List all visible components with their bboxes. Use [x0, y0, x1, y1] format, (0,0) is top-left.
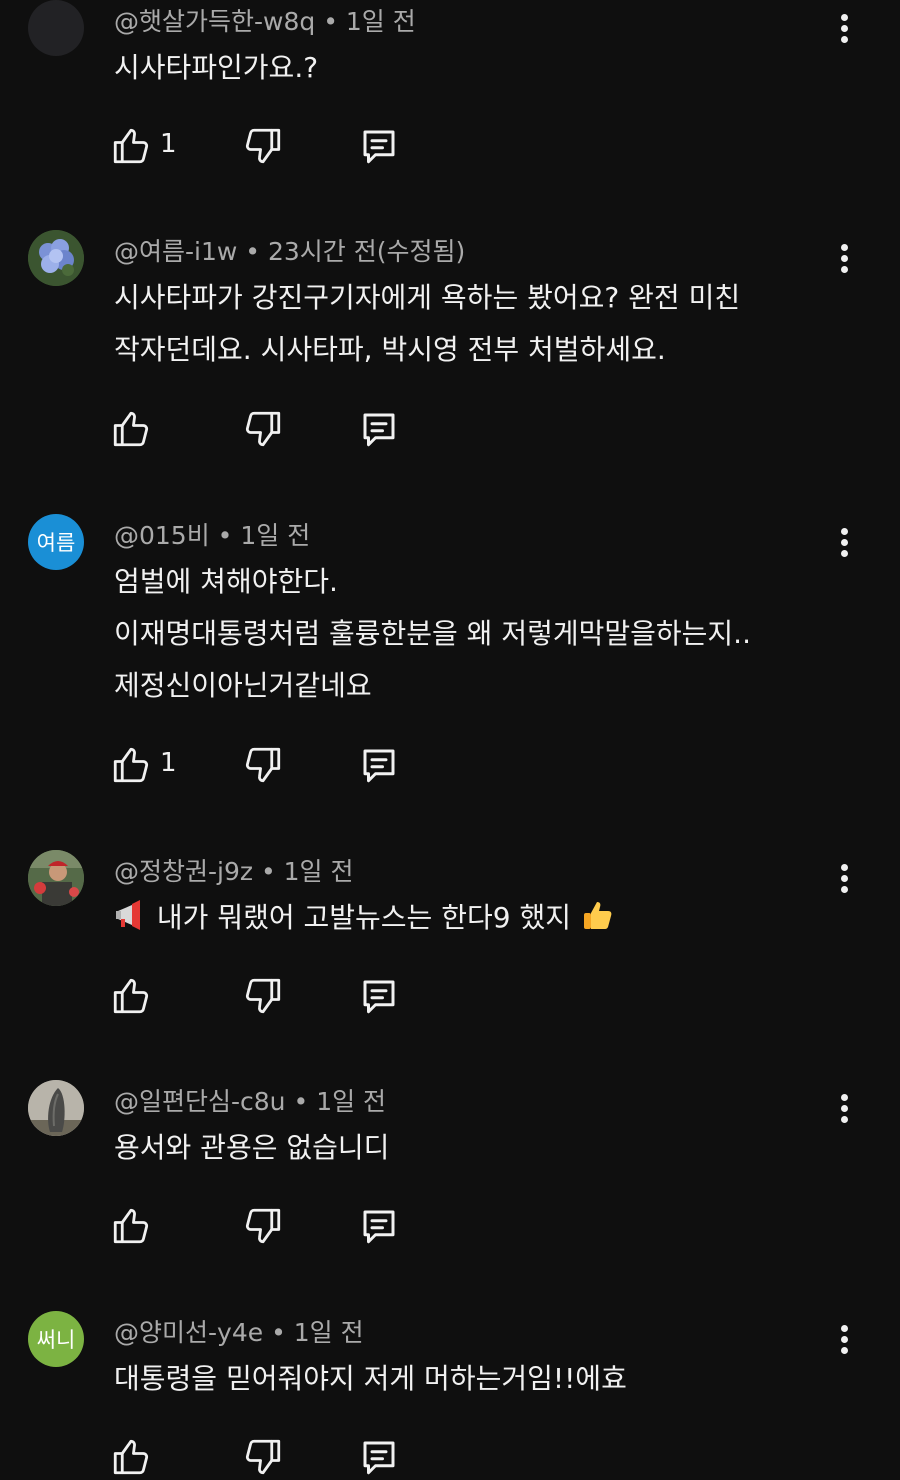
- comment-meta: @015비 • 1일 전: [114, 516, 310, 552]
- dislike-button[interactable]: [242, 975, 286, 1019]
- comment-text: 시사타파인가요.?: [114, 42, 834, 94]
- thumbs-up-emoji: [580, 897, 614, 931]
- reply-button[interactable]: [358, 744, 402, 788]
- comment-meta: @여름-i1w • 23시간 전(수정됨): [114, 232, 465, 268]
- comment-meta: @양미선-y4e • 1일 전: [114, 1313, 364, 1349]
- more-vert-icon[interactable]: [830, 858, 858, 898]
- thumbs-up-icon: [110, 408, 154, 450]
- thumbs-up-icon: [110, 1436, 154, 1478]
- thumbs-up-icon: [110, 125, 154, 167]
- like-button[interactable]: 1: [110, 125, 177, 169]
- avatar[interactable]: 여름: [28, 514, 84, 570]
- comment-reply-icon: [358, 744, 402, 786]
- comment-time: 1일 전: [316, 1087, 387, 1116]
- comment-time: 1일 전: [293, 1318, 364, 1347]
- dislike-button[interactable]: [242, 744, 286, 788]
- like-button[interactable]: [110, 1205, 154, 1249]
- avatar[interactable]: [28, 230, 84, 286]
- thumbs-down-icon: [242, 1436, 286, 1478]
- comment-time: 1일 전: [240, 521, 311, 550]
- dislike-button[interactable]: [242, 125, 286, 169]
- thumbs-down-icon: [242, 1205, 286, 1247]
- meta-separator: •: [293, 1087, 309, 1116]
- more-vert-icon[interactable]: [830, 238, 858, 278]
- reply-button[interactable]: [358, 975, 402, 1019]
- thumbs-down-icon: [242, 744, 286, 786]
- comment-reply-icon: [358, 125, 402, 167]
- like-button[interactable]: [110, 408, 154, 452]
- comment-author[interactable]: @햇살가득한-w8q: [114, 7, 315, 36]
- like-button[interactable]: 1: [110, 744, 177, 788]
- megaphone-emoji: [114, 897, 148, 931]
- comment-meta: @일편단심-c8u • 1일 전: [114, 1082, 386, 1118]
- comment-text: 대통령을 믿어줘야지 저게 머하는거임!!에효: [114, 1353, 834, 1405]
- reply-button[interactable]: [358, 1205, 402, 1249]
- comment-line: 시사타파가 강진구기자에게 욕하는 봤어요? 완전 미친: [114, 281, 741, 314]
- comment-author[interactable]: @정창권-j9z: [114, 857, 253, 886]
- reply-button[interactable]: [358, 408, 402, 452]
- comment-line: 작자던데요. 시사타파, 박시영 전부 처벌하세요.: [114, 333, 666, 366]
- comment-reply-icon: [358, 408, 402, 450]
- comment-line: 엄벌에 쳐해야한다.: [114, 565, 338, 598]
- thumbs-up-icon: [110, 1205, 154, 1247]
- more-vert-icon[interactable]: [830, 1319, 858, 1359]
- comment-author[interactable]: @015비: [114, 521, 210, 550]
- meta-separator: •: [217, 521, 233, 550]
- comment-line: 용서와 관용은 없습니디: [114, 1131, 390, 1164]
- comment-time: 1일 전: [345, 7, 416, 36]
- comment-meta: @정창권-j9z • 1일 전: [114, 852, 354, 888]
- like-count: 1: [160, 748, 177, 778]
- comment-time: 1일 전: [283, 857, 354, 886]
- comment-line: 이재명대통령처럼 훌륭한분을 왜 저렇게막말을하는지..: [114, 617, 751, 650]
- reply-button[interactable]: [358, 1436, 402, 1480]
- thumbs-up-icon: [110, 975, 154, 1017]
- comment-text: 내가 뭐랬어 고발뉴스는 한다9 했지: [114, 892, 834, 944]
- dislike-button[interactable]: [242, 1436, 286, 1480]
- comment-author[interactable]: @양미선-y4e: [114, 1318, 263, 1347]
- dislike-button[interactable]: [242, 1205, 286, 1249]
- comment-line: 제정신이아닌거같네요: [114, 669, 372, 702]
- comment-meta: @햇살가득한-w8q • 1일 전: [114, 2, 416, 38]
- like-button[interactable]: [110, 975, 154, 1019]
- avatar[interactable]: 써니: [28, 1311, 84, 1367]
- comment-line: 내가 뭐랬어 고발뉴스는 한다9 했지: [114, 892, 834, 944]
- meta-separator: •: [245, 237, 261, 266]
- thumbs-down-icon: [242, 408, 286, 450]
- avatar-initials: 써니: [36, 1328, 76, 1352]
- comment-line: 시사타파인가요.?: [114, 51, 319, 84]
- comment-reply-icon: [358, 1436, 402, 1478]
- like-count: 1: [160, 129, 177, 159]
- like-button[interactable]: [110, 1436, 154, 1480]
- comment-line: 대통령을 믿어줘야지 저게 머하는거임!!에효: [114, 1362, 627, 1395]
- comment-text: 엄벌에 쳐해야한다. 이재명대통령처럼 훌륭한분을 왜 저렇게막말을하는지.. …: [114, 556, 834, 712]
- comment-author[interactable]: @여름-i1w: [114, 237, 237, 266]
- comment-reply-icon: [358, 1205, 402, 1247]
- meta-separator: •: [271, 1318, 286, 1347]
- thumbs-up-icon: [110, 744, 154, 786]
- avatar-initials: 여름: [36, 531, 76, 555]
- comment-reply-icon: [358, 975, 402, 1017]
- comment-time: 23시간 전(수정됨): [267, 237, 466, 266]
- meta-separator: •: [260, 857, 276, 886]
- thumbs-down-icon: [242, 975, 286, 1017]
- comment-line-text: 내가 뭐랬어 고발뉴스는 한다9 했지: [156, 901, 571, 934]
- reply-button[interactable]: [358, 125, 402, 169]
- avatar[interactable]: [28, 850, 84, 906]
- avatar[interactable]: [28, 0, 84, 56]
- more-vert-icon[interactable]: [830, 522, 858, 562]
- comment-text: 용서와 관용은 없습니디: [114, 1122, 834, 1174]
- dislike-button[interactable]: [242, 408, 286, 452]
- meta-separator: •: [323, 7, 338, 36]
- more-vert-icon[interactable]: [830, 8, 858, 48]
- comment-author[interactable]: @일편단심-c8u: [114, 1087, 286, 1116]
- thumbs-down-icon: [242, 125, 286, 167]
- more-vert-icon[interactable]: [830, 1088, 858, 1128]
- comment-text: 시사타파가 강진구기자에게 욕하는 봤어요? 완전 미친 작자던데요. 시사타파…: [114, 272, 834, 376]
- avatar[interactable]: [28, 1080, 84, 1136]
